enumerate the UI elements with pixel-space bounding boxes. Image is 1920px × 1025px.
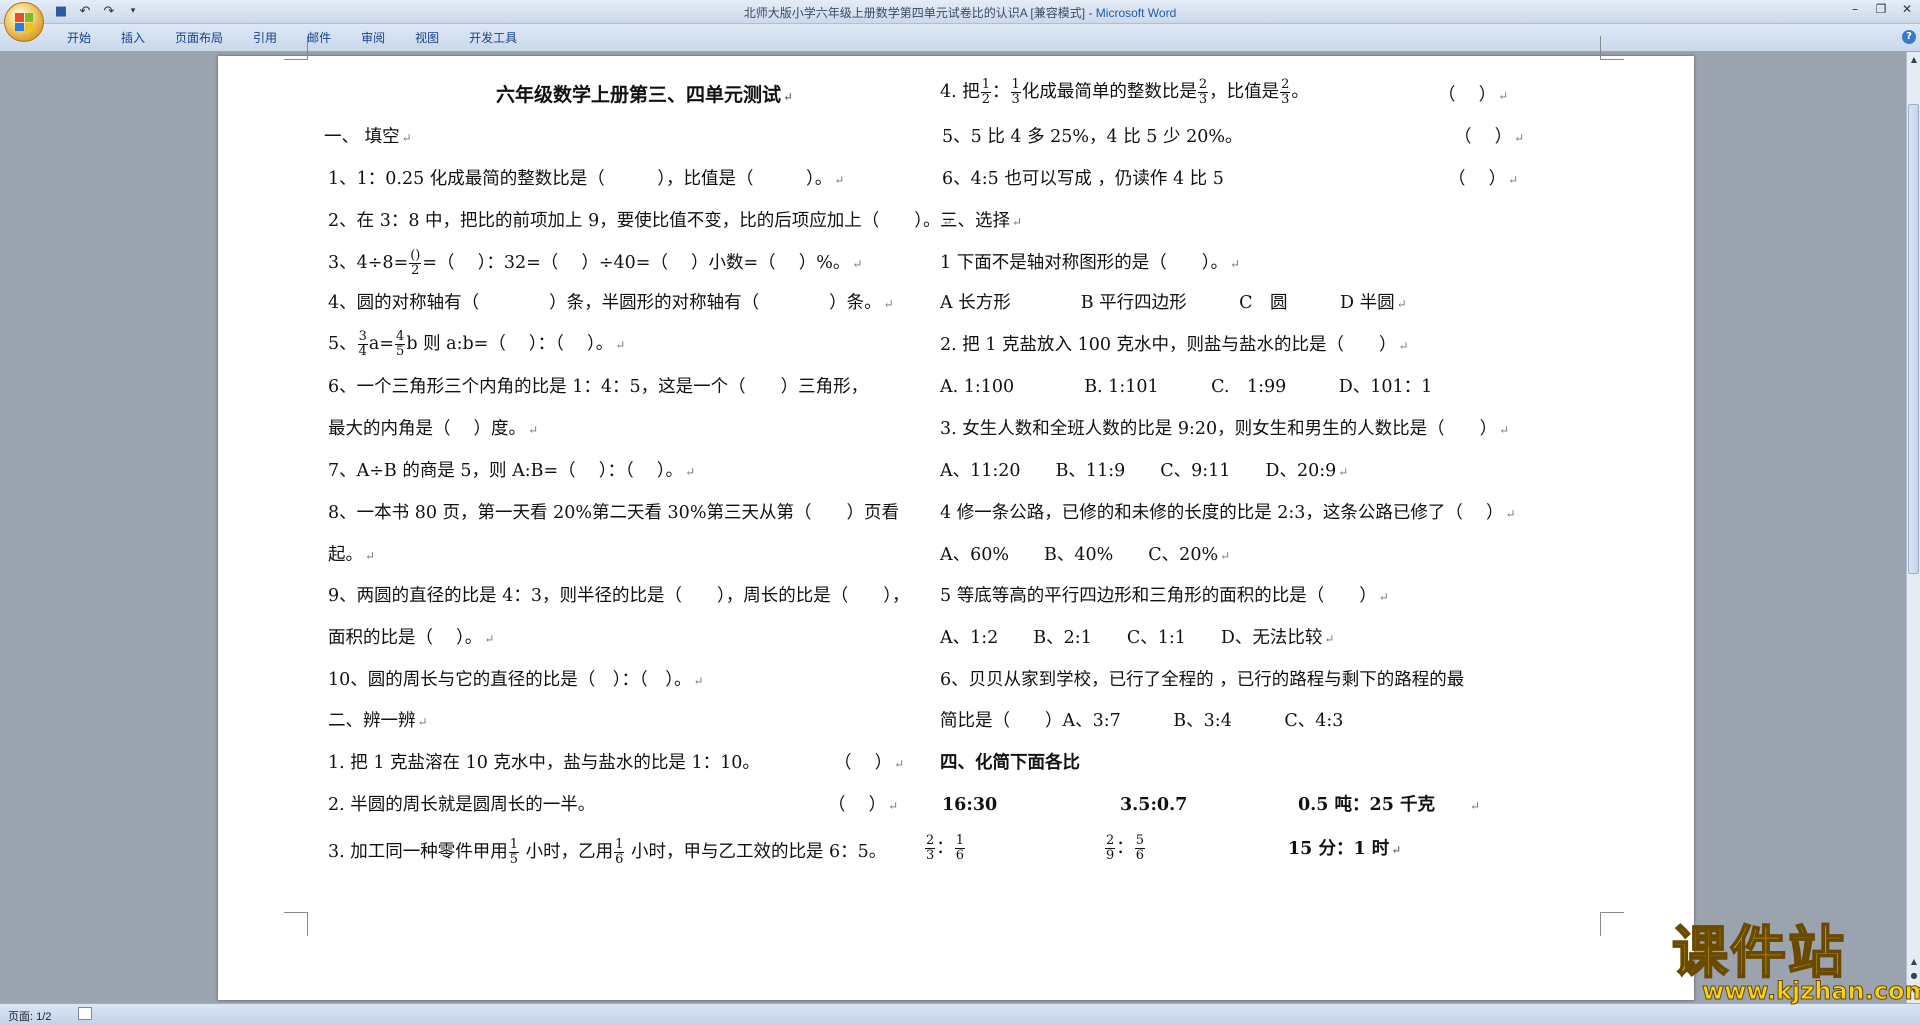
simplify-6: 15 分：1 时 ↵ (1288, 839, 1402, 859)
close-icon[interactable]: ✕ (1894, 0, 1920, 20)
proofing-icon[interactable] (78, 1007, 92, 1020)
paragraph-mark: ↵ (1470, 799, 1481, 813)
watermark-text: 课件站 (1671, 921, 1846, 986)
tab-page-layout[interactable]: 页面布局 (160, 30, 238, 46)
question-1: 1、1：0.25 化成最简的整数比是（ ），比值是（ ）。 ↵ (328, 169, 845, 189)
fraction: 12 (980, 77, 992, 107)
choice-5: 5 等底等高的平行四边形和三角形的面积的比是（ ） ↵ (940, 586, 1389, 606)
question-7: 7、A÷B 的商是 5，则 A:B=（ ）：（ ）。 ↵ (328, 461, 696, 481)
judge-3: 3. 加工同一种零件甲用 1 5 小时，乙用 1 6 小时，甲与乙工效的比是 6：5。 (328, 837, 887, 867)
status-bar: 页面: 1/2 (0, 1003, 1920, 1025)
question-10: 10、圆的周长与它的直径的比是（ ）：（ ）。 ↵ (328, 670, 704, 690)
title-separator: - (1085, 6, 1096, 20)
choice-3-options: A、11:20 B、11:9 C、9:11 D、20:9 ↵ (940, 461, 1349, 481)
fraction: () 2 (409, 248, 422, 278)
judge-2: 2. 半圆的周长就是圆周长的一半。 (328, 795, 596, 815)
office-logo-icon (15, 13, 33, 31)
window-title: 北师大版小学六年级上册数学第四单元试卷比的认识A [兼容模式] - Micros… (0, 4, 1920, 21)
judge-1-answer: （ ） ↵ (834, 753, 905, 773)
fraction: 56 (1134, 833, 1146, 863)
question-6-line2: 最大的内角是（ ）度。 ↵ (328, 419, 539, 439)
doc-title: 六年级数学上册第三、四单元测试 ↵ (496, 84, 794, 106)
choice-6-line1: 6、贝贝从家到学校，已行了全程的 ，已行的路程与剩下的路程的最 (940, 670, 1465, 690)
tab-view[interactable]: 视图 (400, 30, 454, 46)
document-title: 北师大版小学六年级上册数学第四单元试卷比的认识A [兼容模式] (743, 6, 1086, 20)
judge-6-answer: （ ） ↵ (1448, 169, 1519, 189)
question-6-line1: 6、一个三角形三个内角的比是 1：4：5，这是一个（ ）三角形， (328, 377, 869, 397)
tab-home[interactable]: 开始 (52, 30, 106, 46)
question-4: 4、圆的对称轴有（ ）条，半圆形的对称轴有（ ）条。 ↵ (328, 293, 894, 313)
choice-2: 2. 把 1 克盐放入 100 克水中，则盐与盐水的比是（ ） ↵ (940, 335, 1409, 355)
crop-mark (284, 36, 308, 60)
document-workspace: 六年级数学上册第三、四单元测试 ↵ 一、 填空 ↵ 1、1：0.25 化成最简的整数… (0, 36, 1906, 1003)
simplify-5: 2 9： 5 6 (1105, 833, 1146, 863)
simplify-4: 2 3： 1 6 (925, 833, 966, 863)
choice-6-line2: 简比是（ ）A、3:7 B、3:4 C、4:3 (940, 711, 1344, 731)
document-page[interactable]: 六年级数学上册第三、四单元测试 ↵ 一、 填空 ↵ 1、1：0.25 化成最简的整数… (218, 36, 1694, 1000)
judge-4: 4. 把 1 2： 1 3 化成最简单的整数比是 2 3 ，比值是 2 3。 (940, 77, 1309, 107)
fraction: 45 (395, 329, 406, 359)
judge-5: 5、5 比 4 多 25%，4 比 5 少 20%。 (942, 127, 1243, 147)
tab-insert[interactable]: 插入 (106, 30, 160, 46)
judge-5-answer: （ ） ↵ (1454, 127, 1525, 147)
choice-4-options: A、60% B、40% C、20% ↵ (940, 545, 1231, 565)
crop-mark (284, 912, 308, 936)
title-bar: ■ ↶ ↷ ▾ 北师大版小学六年级上册数学第四单元试卷比的认识A [兼容模式] … (0, 0, 1920, 24)
question-8-line2: 起。 ↵ (328, 545, 376, 565)
restore-icon[interactable]: ❐ (1868, 0, 1894, 20)
crop-mark (1600, 912, 1624, 936)
prev-page-icon[interactable]: ▲ (1908, 956, 1920, 968)
fraction: 15 (508, 837, 520, 867)
question-8-line1: 8、一本书 80 页，第一天看 20%第二天看 30%第三天从第（ ）页看 (328, 503, 899, 523)
minimize-icon[interactable]: – (1842, 0, 1868, 20)
simplify-3: 0.5 吨：25 千克 (1298, 795, 1435, 815)
window-controls: – ❐ ✕ (1842, 0, 1920, 20)
section-choice: 三、选择 ↵ (940, 211, 1023, 231)
section-simplify: 四、化简下面各比 (940, 753, 1080, 773)
judge-1: 1. 把 1 克盐溶在 10 克水中，盐与盐水的比是 1：10。 (328, 753, 760, 773)
crop-mark (1600, 36, 1624, 60)
help-icon[interactable]: ? (1902, 30, 1916, 44)
question-9-line1: 9、两圆的直径的比是 4：3，则半径的比是（ ），周长的比是（ ）， (328, 586, 910, 606)
choice-1-options: A 长方形 B 平行四边形 C 圆 D 半圆 ↵ (940, 293, 1407, 313)
choice-1: 1 下面不是轴对称图形的是（ ）。 ↵ (940, 253, 1241, 273)
section-fill-blank: 一、 填空 ↵ (324, 127, 412, 147)
app-name: Microsoft Word (1095, 6, 1177, 20)
choice-3: 3. 女生人数和全班人数的比是 9:20，则女生和男生的人数比是（ ） ↵ (940, 419, 1510, 439)
judge-2-answer: （ ） ↵ (828, 795, 899, 815)
simplify-1: 16:30 (942, 795, 998, 815)
scrollbar-thumb[interactable] (1908, 104, 1919, 574)
vertical-scrollbar[interactable]: ▲ ▲ ● ▼ (1906, 52, 1920, 1003)
choice-5-options: A、1:2 B、2:1 C、1:1 D、无法比较 ↵ (940, 628, 1335, 648)
judge-6: 6、4:5 也可以写成 ，仍读作 4 比 5 (942, 169, 1224, 189)
scroll-up-icon[interactable]: ▲ (1908, 54, 1920, 66)
fraction: 16 (614, 837, 625, 867)
fraction: 16 (954, 833, 966, 863)
section-judge: 二、辨一辨 ↵ (328, 711, 428, 731)
question-3: 3、4÷8=() 2 =（ ）：32=（ ）÷40=（ ）小数=（ ）%。 ↵ (328, 248, 863, 278)
fraction: 13 (1010, 77, 1021, 107)
question-9-line2: 面积的比是（ ）。 ↵ (328, 628, 495, 648)
watermark-url: www.kjzhan.com (1701, 977, 1920, 1005)
tab-review[interactable]: 审阅 (346, 30, 400, 46)
fraction: 23 (1280, 77, 1291, 107)
judge-4-answer: （ ） ↵ (1438, 85, 1509, 105)
page-indicator[interactable]: 页面: 1/2 (8, 1008, 51, 1024)
site-watermark-logo: 课件站 www.kjzhan.com (1671, 921, 1920, 1004)
fraction: 23 (925, 833, 936, 863)
question-2: 2、在 3：8 中，把比的前项加上 9，要使比值不变，比的后项应加上（ ）。 ↵ (328, 211, 953, 231)
choice-4: 4 修一条公路，已修的和未修的长度的比是 2:3，这条公路已修了（ ） ↵ (940, 503, 1516, 523)
office-button[interactable] (4, 2, 44, 42)
fraction: 29 (1105, 833, 1116, 863)
fraction: 34 (357, 329, 368, 359)
question-5: 5、 3 4 a= 4 5 b 则 a:b=（ ）：（ ）。 ↵ (328, 329, 626, 359)
simplify-2: 3.5:0.7 (1120, 795, 1188, 815)
tab-developer[interactable]: 开发工具 (454, 30, 532, 46)
fraction: 23 (1197, 77, 1209, 107)
choice-2-options: A. 1:100 B. 1:101 C. 1:99 D、101：1 (940, 377, 1433, 397)
